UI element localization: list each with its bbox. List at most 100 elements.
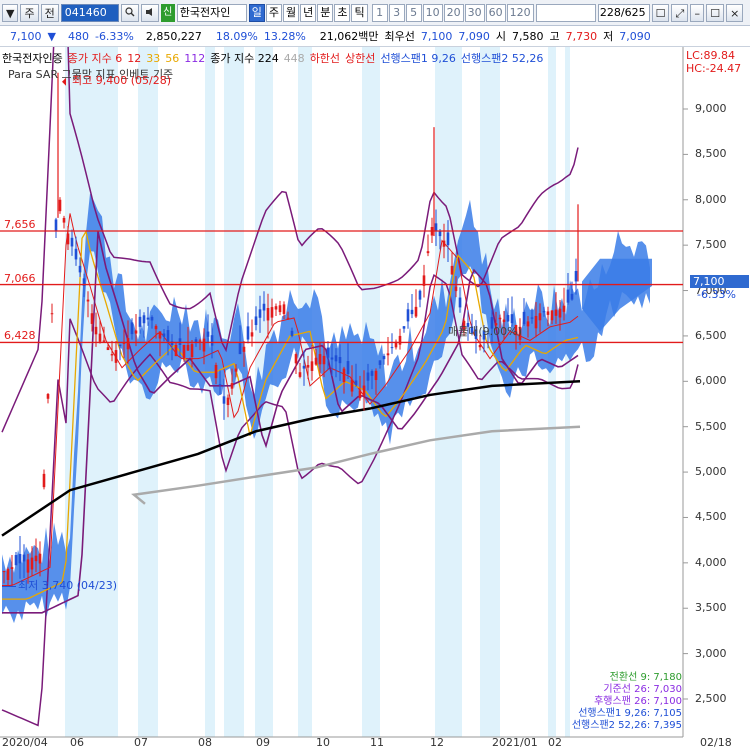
y-tick-label: 5,500 [695, 419, 727, 433]
candle-body [426, 251, 430, 254]
x-tick-label: 2021/01 [492, 736, 538, 749]
speaker-icon[interactable] [140, 3, 159, 22]
rate-1: 18.09% [215, 29, 258, 43]
menu-button[interactable]: ▼ [2, 3, 19, 22]
interval-button-5[interactable]: 5 [405, 3, 422, 22]
period-tab-2[interactable]: 월 [282, 3, 300, 22]
x-tick-label: 06 [70, 736, 84, 749]
candle-body [6, 569, 10, 580]
minimize-icon[interactable]: – [690, 3, 705, 22]
candle-body [198, 340, 202, 342]
candle-body [526, 321, 530, 327]
legend-item: 56 [165, 52, 180, 65]
candle-body [294, 354, 298, 364]
candle-body [442, 240, 446, 247]
y-tick-label: 6,000 [695, 374, 727, 388]
lc-label: LC:89.84 [686, 49, 736, 62]
candle-body [414, 306, 418, 317]
x-tick-label: 09 [256, 736, 270, 749]
jeon-button[interactable]: 전 [40, 3, 59, 22]
candle-body [34, 555, 38, 562]
interval-button-3[interactable]: 3 [388, 3, 405, 22]
close-icon[interactable]: × [726, 3, 744, 22]
candle-body [554, 309, 558, 316]
candle-body [178, 338, 182, 345]
candle-body [42, 473, 46, 488]
candle-body [254, 316, 258, 326]
price-info-bar: 7,100 ▼ 480 -6.33% 2,850,227 18.09% 13.2… [0, 26, 750, 47]
candle-body [498, 317, 502, 320]
new-badge: 신 [160, 3, 175, 22]
price-change-pct: -6.33% [94, 29, 134, 43]
candle-body [290, 330, 294, 336]
candle-body [246, 326, 250, 340]
period-select[interactable] [535, 3, 596, 22]
y-tick-label: 8,500 [695, 147, 727, 161]
candle-body [522, 311, 526, 325]
y-tick-label: 4,000 [695, 555, 727, 569]
interval-button-20[interactable]: 20 [443, 3, 464, 22]
candle-body [226, 397, 230, 406]
best-quote-label: 최우선 [384, 30, 415, 43]
candle-body [70, 237, 74, 247]
maximize-icon[interactable]: ☐ [706, 3, 725, 22]
toolbar: ▼ 주 전 041460 신 한국전자인 일주월년분초틱 1 3 5 10 20 30 60… [0, 0, 750, 26]
candle-body [54, 219, 58, 232]
stock-name-field[interactable]: 한국전자인 [176, 3, 247, 22]
candle-body [450, 265, 454, 275]
legend-item: 33 [146, 52, 161, 65]
max-price-label: 최고 9,400 (05/28) [72, 74, 172, 87]
x-tick-label: 08 [198, 736, 212, 749]
period-tab-0[interactable]: 일 [248, 3, 265, 22]
current-price: 7,100 [10, 29, 42, 43]
candle-body [126, 337, 130, 350]
candle-body [250, 332, 254, 337]
interval-button-30[interactable]: 30 [464, 3, 485, 22]
interval-button-1[interactable]: 1 [371, 3, 388, 22]
stock-code-input[interactable]: 041460 [60, 3, 119, 22]
search-icon[interactable] [120, 3, 139, 22]
hline-label: 7,066 [4, 271, 36, 285]
date-shade [65, 47, 118, 737]
period-tab-1[interactable]: 주 [265, 3, 282, 22]
period-tab-4[interactable]: 분 [317, 3, 334, 22]
interval-button-60[interactable]: 60 [485, 3, 506, 22]
candle-body [310, 361, 314, 371]
ju-button[interactable]: 주 [20, 3, 39, 22]
y-tick-label: 5,000 [695, 465, 727, 479]
checkbox-icon[interactable]: ☐ [651, 3, 670, 22]
interval-button-10[interactable]: 10 [422, 3, 443, 22]
candle-body [10, 567, 14, 569]
period-tab-5[interactable]: 초 [334, 3, 351, 22]
candle-body [130, 322, 134, 335]
candle-body [162, 333, 166, 337]
price-chart[interactable] [0, 47, 750, 750]
open-label: 시 [495, 30, 507, 43]
candle-body [90, 313, 94, 324]
candle-body [150, 316, 154, 321]
period-tab-3[interactable]: 년 [300, 3, 317, 22]
candle-body [398, 335, 402, 345]
rate-2: 13.28% [263, 29, 306, 43]
x-tick-label: 10 [316, 736, 330, 749]
candle-body [78, 265, 82, 273]
period-tab-6[interactable]: 틱 [351, 3, 368, 22]
interval-button-120[interactable]: 120 [506, 3, 534, 22]
candle-body [262, 303, 266, 311]
candle-body [434, 223, 438, 232]
candle-body [94, 326, 98, 335]
candle-body [242, 346, 246, 352]
open-price: 7,580 [512, 29, 544, 43]
candle-body [534, 315, 538, 329]
candle-body [210, 335, 214, 346]
candle-body [378, 360, 382, 365]
fullscreen-icon[interactable]: ⤢ [671, 3, 689, 22]
candle-body [306, 364, 310, 368]
legend-item: 종가 지수 224 [210, 52, 279, 65]
candle-body [134, 330, 138, 334]
candle-body [278, 305, 282, 313]
chart-canvas[interactable] [0, 47, 750, 750]
volume-profile-label: 매물대(9.00%) [448, 325, 522, 338]
candle-body [30, 557, 34, 570]
candle-body [350, 379, 354, 392]
